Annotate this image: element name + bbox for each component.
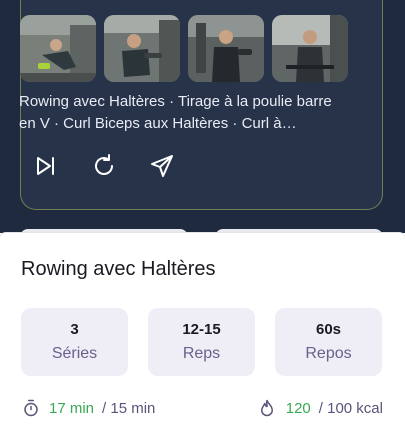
repeat-button[interactable] [90, 152, 118, 180]
exercise-thumbnails [20, 15, 348, 82]
exercise-title: Rowing avec Haltères [21, 258, 216, 280]
skip-next-icon [37, 157, 54, 175]
duration-target: / 15 min [102, 399, 156, 417]
exercise-list-text: Rowing avec Haltères · Tirage à la pouli… [19, 93, 332, 132]
stat-rest: 60s Repos [275, 308, 382, 376]
stat-label: Reps [182, 345, 221, 362]
duration-current: 17 min [49, 399, 95, 417]
workout-actions [32, 152, 176, 180]
flame-icon [260, 399, 273, 417]
calories-current: 120 [285, 399, 311, 417]
curl-biceps-thumbnail[interactable] [188, 15, 264, 82]
tirage-poulie-thumbnail[interactable] [104, 15, 180, 82]
exercise-stats: 3 Séries 12-15 Reps 60s Repos [21, 308, 382, 376]
calories-meta: 120 / 100 kcal [258, 399, 383, 417]
duration-meta: 17 min / 15 min [22, 399, 155, 417]
stat-value: 12-15 [182, 321, 221, 338]
stat-label: Repos [305, 345, 352, 362]
skip-next-button[interactable] [32, 152, 60, 180]
stat-reps: 12-15 Reps [148, 308, 255, 376]
stat-label: Séries [51, 345, 98, 362]
stat-value: 3 [70, 321, 79, 338]
share-button[interactable] [148, 152, 176, 180]
curl-barre-thumbnail[interactable] [272, 15, 348, 82]
refresh-icon [95, 154, 113, 175]
send-icon [151, 155, 173, 177]
stat-value: 60s [315, 321, 342, 338]
timer-icon [24, 399, 38, 417]
calories-target: / 100 kcal [318, 399, 383, 417]
stat-sets: 3 Séries [21, 308, 128, 376]
rowing-thumbnail[interactable] [20, 15, 96, 82]
